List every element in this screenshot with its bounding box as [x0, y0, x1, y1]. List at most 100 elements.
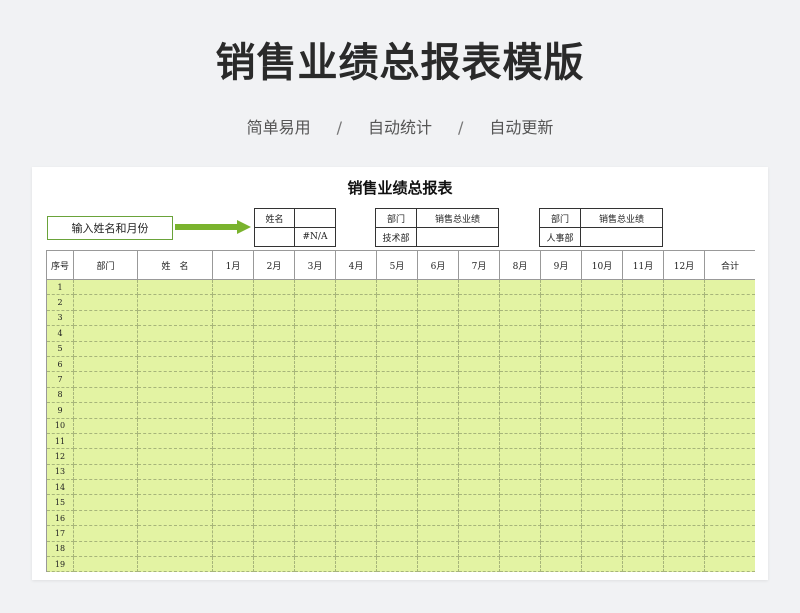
table-cell[interactable]	[376, 371, 418, 388]
table-cell[interactable]	[294, 309, 336, 327]
table-cell[interactable]	[458, 479, 500, 496]
table-cell[interactable]	[499, 525, 541, 542]
table-cell[interactable]	[581, 386, 623, 404]
table-cell[interactable]	[294, 494, 336, 511]
table-cell[interactable]	[663, 494, 705, 511]
table-cell[interactable]	[458, 340, 500, 357]
table-cell[interactable]	[137, 432, 213, 450]
table-cell[interactable]	[417, 309, 459, 327]
table-cell[interactable]	[137, 294, 213, 311]
table-cell[interactable]	[581, 540, 623, 558]
table-cell[interactable]	[137, 463, 213, 481]
table-cell[interactable]	[540, 386, 582, 404]
table-cell[interactable]	[581, 278, 623, 296]
column-header[interactable]: 10月	[581, 250, 623, 280]
table-cell[interactable]	[663, 371, 705, 388]
table-cell[interactable]	[540, 509, 582, 527]
table-cell[interactable]	[499, 340, 541, 357]
table-cell[interactable]	[417, 402, 459, 419]
row-number[interactable]: 5	[46, 340, 74, 357]
table-cell[interactable]	[294, 463, 336, 481]
table-cell[interactable]	[212, 294, 254, 311]
table-cell[interactable]	[458, 417, 500, 434]
name-input-cell[interactable]	[294, 208, 336, 228]
table-cell[interactable]	[137, 325, 213, 342]
table-cell[interactable]	[581, 417, 623, 434]
table-cell[interactable]	[663, 278, 705, 296]
table-cell[interactable]	[663, 479, 705, 496]
row-number[interactable]: 17	[46, 525, 74, 542]
table-cell[interactable]	[253, 340, 295, 357]
table-cell[interactable]	[499, 494, 541, 511]
table-cell[interactable]	[137, 278, 213, 296]
table-cell[interactable]	[73, 386, 138, 404]
table-cell[interactable]	[212, 386, 254, 404]
table-cell[interactable]	[540, 448, 582, 465]
table-cell[interactable]	[335, 371, 377, 388]
table-cell[interactable]	[137, 417, 213, 434]
table-cell[interactable]	[458, 294, 500, 311]
table-cell[interactable]	[294, 525, 336, 542]
table-cell[interactable]	[663, 386, 705, 404]
table-cell[interactable]	[137, 494, 213, 511]
table-cell[interactable]	[581, 556, 623, 573]
row-number[interactable]: 15	[46, 494, 74, 511]
table-cell[interactable]	[294, 479, 336, 496]
table-cell[interactable]	[581, 371, 623, 388]
table-cell[interactable]	[212, 540, 254, 558]
table-cell[interactable]	[376, 309, 418, 327]
table-cell[interactable]	[622, 432, 664, 450]
table-cell[interactable]	[622, 556, 664, 573]
table-cell[interactable]	[581, 509, 623, 527]
table-cell[interactable]	[137, 556, 213, 573]
row-number[interactable]: 9	[46, 402, 74, 419]
table-cell[interactable]	[294, 448, 336, 465]
table-cell[interactable]	[622, 371, 664, 388]
row-number[interactable]: 7	[46, 371, 74, 388]
table-cell[interactable]	[704, 509, 755, 527]
table-cell[interactable]	[458, 402, 500, 419]
table-cell[interactable]	[704, 325, 755, 342]
table-cell[interactable]	[540, 540, 582, 558]
row-number[interactable]: 14	[46, 479, 74, 496]
row-number[interactable]: 12	[46, 448, 74, 465]
table-cell[interactable]	[73, 402, 138, 419]
table-cell[interactable]	[704, 540, 755, 558]
table-cell[interactable]	[137, 479, 213, 496]
table-cell[interactable]	[499, 509, 541, 527]
table-cell[interactable]	[417, 355, 459, 373]
row-number[interactable]: 1	[46, 278, 74, 296]
table-cell[interactable]	[704, 355, 755, 373]
table-cell[interactable]	[335, 463, 377, 481]
table-cell[interactable]	[499, 278, 541, 296]
table-cell[interactable]	[581, 355, 623, 373]
table-cell[interactable]	[335, 540, 377, 558]
table-cell[interactable]	[540, 309, 582, 327]
table-cell[interactable]	[73, 371, 138, 388]
table-cell[interactable]	[663, 463, 705, 481]
table-cell[interactable]	[458, 540, 500, 558]
table-cell[interactable]	[212, 278, 254, 296]
table-cell[interactable]	[335, 386, 377, 404]
table-cell[interactable]	[622, 448, 664, 465]
table-cell[interactable]	[335, 325, 377, 342]
table-cell[interactable]	[376, 432, 418, 450]
row-number[interactable]: 4	[46, 325, 74, 342]
table-cell[interactable]	[294, 294, 336, 311]
table-cell[interactable]	[253, 479, 295, 496]
table-cell[interactable]	[704, 309, 755, 327]
table-cell[interactable]	[581, 479, 623, 496]
table-cell[interactable]	[212, 509, 254, 527]
table-cell[interactable]	[704, 386, 755, 404]
table-cell[interactable]	[335, 479, 377, 496]
table-cell[interactable]	[499, 294, 541, 311]
table-cell[interactable]	[622, 386, 664, 404]
table-cell[interactable]	[622, 340, 664, 357]
table-cell[interactable]	[73, 556, 138, 573]
table-cell[interactable]	[417, 340, 459, 357]
table-cell[interactable]	[294, 386, 336, 404]
table-cell[interactable]	[417, 325, 459, 342]
table-cell[interactable]	[663, 325, 705, 342]
table-cell[interactable]	[458, 525, 500, 542]
column-header[interactable]: 序号	[46, 250, 74, 280]
